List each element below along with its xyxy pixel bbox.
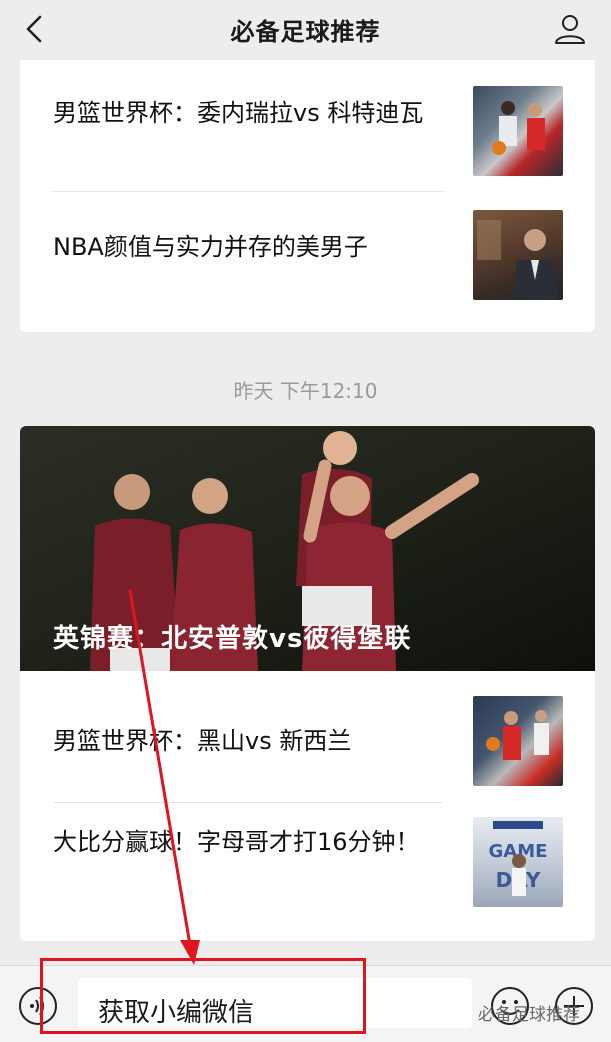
message-timestamp: 昨天 下午12:10	[233, 379, 378, 403]
article-item[interactable]: 男篮世界杯：黑山vs 新西兰	[20, 684, 595, 802]
basketball-game-photo-icon	[486, 710, 549, 760]
basketball-players-thumbnail[interactable]	[473, 86, 563, 176]
article-item[interactable]: NBA颜值与实力并存的美男子	[20, 192, 595, 310]
article-title[interactable]: NBA颜值与实力并存的美男子	[53, 228, 453, 266]
watermark-text: 必备足球推荐	[478, 1005, 580, 1025]
user-profile-icon[interactable]	[553, 12, 587, 46]
hero-caption[interactable]: 英锦赛：北安普敦vs彼得堡联	[53, 618, 411, 655]
top-bar: 必备足球推荐	[0, 0, 611, 60]
game-day-poster-icon: GAME DAY	[489, 821, 547, 896]
article-card-latest: 英锦赛：北安普敦vs彼得堡联 男篮世界杯：黑山vs 新西兰 大比分赢球！字母哥才…	[20, 426, 595, 941]
article-title[interactable]: 男篮世界杯：委内瑞拉vs 科特迪瓦	[53, 94, 453, 132]
article-item[interactable]: 大比分赢球！字母哥才打16分钟！ GAME DAY	[20, 803, 595, 921]
page-title: 必备足球推荐	[230, 18, 381, 46]
article-item[interactable]: 男篮世界杯：委内瑞拉vs 科特迪瓦	[20, 70, 595, 188]
highlight-box	[40, 958, 366, 1034]
article-card-previous: 男篮世界杯：委内瑞拉vs 科特迪瓦 NBA颜值与实力并存的美男子	[20, 60, 595, 332]
game-day-thumbnail[interactable]: GAME DAY	[473, 817, 563, 907]
basketball-game-thumbnail[interactable]	[473, 696, 563, 786]
article-title[interactable]: 大比分赢球！字母哥才打16分钟！	[53, 823, 453, 861]
man-in-suit-thumbnail[interactable]	[473, 210, 563, 300]
basketball-players-photo-icon	[492, 101, 545, 155]
hero-article[interactable]: 英锦赛：北安普敦vs彼得堡联	[20, 426, 595, 671]
article-title[interactable]: 男篮世界杯：黑山vs 新西兰	[53, 722, 453, 760]
man-in-suit-photo-icon	[477, 220, 559, 300]
